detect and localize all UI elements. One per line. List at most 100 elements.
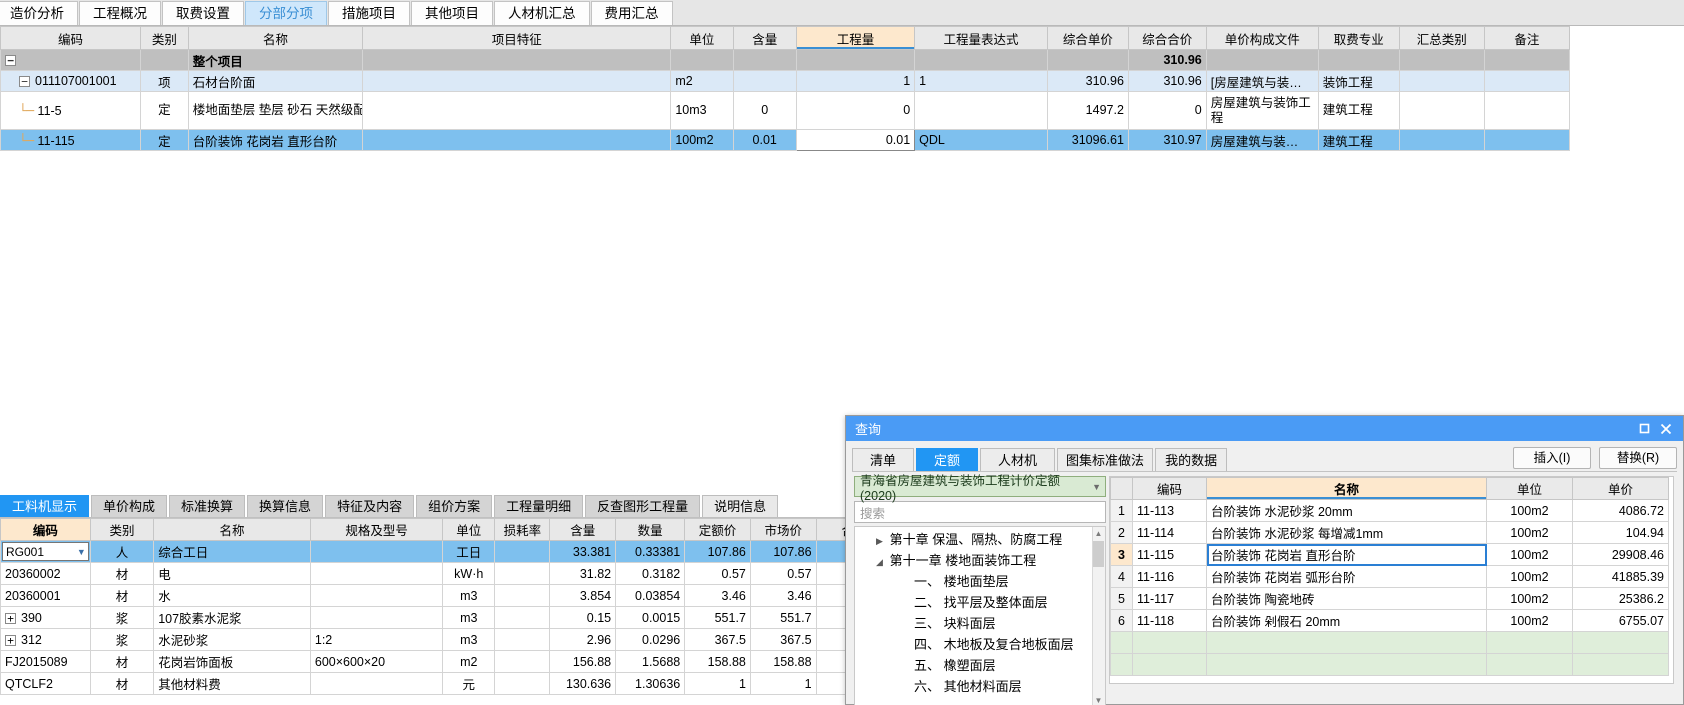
cell-spec[interactable] — [309, 606, 444, 629]
cell-feature[interactable] — [362, 129, 672, 151]
tab-单价构成[interactable]: 单价构成 — [91, 495, 168, 517]
table-row[interactable]: 3 11-115 台阶装饰 花岗岩 直形台阶 100m2 29908.46 — [1110, 543, 1669, 566]
table-row[interactable]: 20360002 材 电 kW·h 31.82 0.3182 0.57 0.57 — [0, 562, 881, 585]
cell-market-price[interactable]: 1 — [749, 672, 817, 695]
col-编码[interactable]: 编码 — [0, 518, 91, 541]
collapse-icon[interactable]: − — [5, 55, 16, 67]
tree-item[interactable]: 四、 木地板及复合地板面层 — [859, 634, 1091, 655]
expand-icon[interactable]: + — [5, 634, 16, 646]
tab-工程量明细[interactable]: 工程量明细 — [494, 495, 584, 517]
tab-图集标准做法[interactable]: 图集标准做法 — [1057, 448, 1154, 471]
library-select[interactable]: 青海省房屋建筑与装饰工程计价定额(2020) ▼ — [854, 474, 1106, 503]
tab-换算信息[interactable]: 换算信息 — [247, 495, 324, 517]
cell-file[interactable]: 房屋建筑与装饰工程 — [1205, 91, 1319, 130]
cell-market-price[interactable]: 0.57 — [749, 562, 817, 585]
table-row[interactable]: −011107001001 项 石材台阶面 m2 1 1 310.96 310.… — [0, 70, 1571, 92]
cell-spec[interactable] — [309, 540, 444, 563]
cell-loss[interactable] — [494, 606, 551, 629]
table-row[interactable]: 1 11-113 台阶装饰 水泥砂浆 20mm 100m2 4086.72 — [1110, 499, 1669, 522]
chevron-down-icon[interactable]: ◢ — [873, 552, 886, 573]
cell-name[interactable]: 石材台阶面 — [187, 70, 364, 92]
cell-expr[interactable]: QDL — [914, 129, 1048, 151]
cell-remark[interactable] — [1483, 129, 1571, 151]
cell-market-price[interactable]: 107.86 — [749, 540, 817, 563]
tab-特征及内容[interactable]: 特征及内容 — [325, 495, 415, 517]
cell-expr[interactable] — [914, 49, 1048, 71]
col-单位[interactable]: 单位 — [670, 26, 734, 50]
cell-name[interactable]: 楼地面垫层 垫层 砂石 天然级配 — [187, 91, 364, 130]
cell-feature[interactable] — [362, 91, 672, 130]
tab-说明信息[interactable]: 说明信息 — [702, 495, 779, 517]
cell-expr[interactable]: 1 — [914, 70, 1048, 92]
cell-name-selected[interactable]: 台阶装饰 花岗岩 直形台阶 — [1206, 543, 1487, 566]
cell-spec[interactable]: 1:2 — [309, 628, 444, 651]
search-input[interactable]: 搜索 — [854, 501, 1106, 523]
tree-item[interactable]: 六、 其他材料面层 — [859, 676, 1091, 697]
tab-标准换算[interactable]: 标准换算 — [169, 495, 246, 517]
maximize-icon[interactable] — [1633, 419, 1655, 439]
cell-name[interactable]: 综合工日 — [153, 540, 311, 563]
cell-code[interactable]: └─ 11-115 — [0, 129, 142, 151]
tab-清单[interactable]: 清单 — [852, 448, 915, 471]
cell-name[interactable]: 花岗岩饰面板 — [153, 650, 311, 673]
cell-summary[interactable] — [1398, 129, 1485, 151]
table-row[interactable]: FJ2015089 材 花岗岩饰面板 600×600×20 m2 156.88 … — [0, 650, 881, 673]
tab-工程概况[interactable]: 工程概况 — [79, 1, 161, 25]
col-工程量[interactable]: 工程量 — [795, 26, 916, 50]
tab-取费设置[interactable]: 取费设置 — [162, 1, 244, 25]
cell-market-price[interactable]: 551.7 — [749, 606, 817, 629]
cell-name[interactable]: 台阶装饰 陶瓷地砖 — [1206, 587, 1487, 610]
cell-remark[interactable] — [1483, 91, 1571, 130]
replace-button[interactable]: 替换(R) — [1599, 447, 1677, 469]
cell-loss[interactable] — [494, 628, 551, 651]
cell-code[interactable]: 20360001 — [0, 584, 91, 607]
cell-expr[interactable] — [914, 91, 1048, 130]
cell-loss[interactable] — [494, 672, 551, 695]
table-row[interactable]: − 整个项目 310.96 — [0, 49, 1571, 71]
table-row[interactable]: └─ 11-115 定 台阶装饰 花岗岩 直形台阶 100m2 0.01 0.0… — [0, 129, 1571, 151]
cell-market-price[interactable]: 3.46 — [749, 584, 817, 607]
cell-file[interactable]: 房屋建筑与装… — [1205, 129, 1319, 151]
table-row[interactable]: 4 11-116 台阶装饰 花岗岩 弧形台阶 100m2 41885.39 — [1110, 565, 1669, 588]
tree-scroll-thumb[interactable] — [1093, 541, 1104, 567]
cell-loss[interactable] — [494, 650, 551, 673]
scroll-down-icon[interactable]: ▼ — [1092, 694, 1105, 705]
tab-费用汇总[interactable]: 费用汇总 — [590, 1, 673, 25]
cell-name[interactable]: 107胶素水泥浆 — [153, 606, 311, 629]
table-row[interactable]: RG001 ▼ 人 综合工日 工日 33.381 0.33381 107.86 … — [0, 540, 881, 563]
cell-major[interactable]: 建筑工程 — [1317, 91, 1400, 130]
expand-icon[interactable]: + — [5, 612, 16, 624]
col-名称[interactable]: 名称 — [1206, 477, 1487, 500]
tab-我的数据[interactable]: 我的数据 — [1155, 448, 1228, 471]
cell-qty[interactable]: 1 — [795, 70, 916, 92]
col-类别[interactable]: 类别 — [140, 26, 189, 50]
col-编码[interactable]: 编码 — [0, 26, 142, 50]
col-单位[interactable]: 单位 — [1486, 477, 1573, 500]
col-取费专业[interactable]: 取费专业 — [1317, 26, 1400, 50]
table-row[interactable]: 20360001 材 水 m3 3.854 0.03854 3.46 3.46 — [0, 584, 881, 607]
tab-定额[interactable]: 定额 — [916, 448, 979, 471]
cell-code[interactable]: RG001 ▼ — [0, 540, 91, 563]
cell-loss[interactable] — [494, 584, 551, 607]
table-row[interactable]: +312 浆 水泥砂浆 1:2 m3 2.96 0.0296 367.5 367… — [0, 628, 881, 651]
cell-code[interactable]: QTCLF2 — [0, 672, 91, 695]
cell-feature[interactable] — [362, 70, 672, 92]
cell-name[interactable]: 其他材料费 — [153, 672, 311, 695]
cell-spec[interactable] — [309, 584, 444, 607]
row-expander-cell[interactable]: − — [0, 49, 142, 71]
cell-code[interactable]: −011107001001 — [0, 70, 142, 92]
cell-name[interactable]: 水泥砂浆 — [153, 628, 311, 651]
table-row[interactable]: QTCLF2 材 其他材料费 元 130.636 1.30636 1 1 — [0, 672, 881, 695]
col-含量[interactable]: 含量 — [732, 26, 797, 50]
cell-name[interactable]: 台阶装饰 剁假石 20mm — [1206, 609, 1487, 632]
tree-item[interactable]: 五、 橡塑面层 — [859, 655, 1091, 676]
scroll-up-icon[interactable]: ▲ — [1092, 527, 1105, 540]
col-规格及型号[interactable]: 规格及型号 — [309, 518, 444, 541]
tree-item[interactable]: 一、 楼地面垫层 — [859, 571, 1091, 592]
tree-scrollbar[interactable]: ▲ ▼ — [1092, 527, 1105, 705]
table-row[interactable]: 6 11-118 台阶装饰 剁假石 20mm 100m2 6755.07 — [1110, 609, 1669, 632]
tab-分部分项[interactable]: 分部分项 — [245, 1, 327, 25]
close-icon[interactable] — [1655, 419, 1677, 439]
cell-code[interactable]: +390 — [0, 606, 91, 629]
cell-major[interactable]: 装饰工程 — [1317, 70, 1400, 92]
